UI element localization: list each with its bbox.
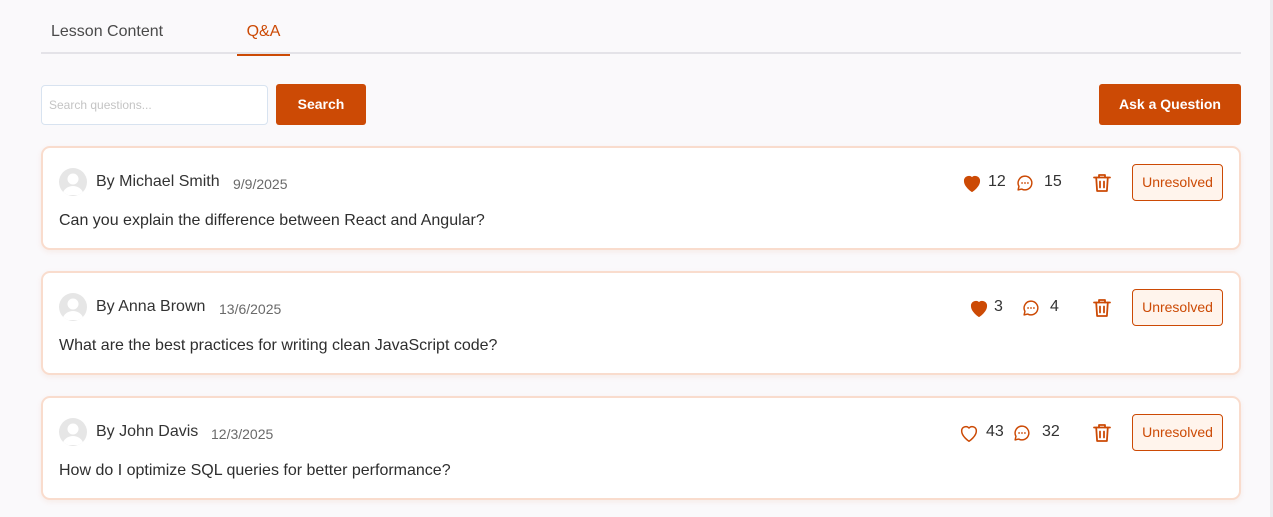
heart-filled-icon[interactable] [968,297,990,319]
comment-count: 15 [1044,173,1062,190]
status-badge[interactable]: Unresolved [1132,289,1223,326]
search-button[interactable]: Search [276,84,366,125]
comment-count: 32 [1042,423,1060,440]
heart-filled-icon[interactable] [961,172,983,194]
question-text: What are the best practices for writing … [59,337,498,354]
question-author: By John Davis [96,423,199,440]
question-date: 13/6/2025 [219,301,282,317]
trash-icon[interactable] [1090,171,1114,195]
like-count: 43 [986,423,1004,440]
question-author: By Michael Smith [96,173,220,190]
tab-bar: Lesson Content Q&A [41,12,1241,56]
question-date: 9/9/2025 [233,176,288,192]
question-date: 12/3/2025 [211,426,274,442]
avatar [59,168,87,196]
like-count: 3 [994,298,1003,315]
comment-count: 4 [1050,298,1059,315]
like-count: 12 [988,173,1006,190]
comment-icon[interactable] [1011,422,1033,444]
question-card[interactable]: By Michael Smith 9/9/2025 Can you explai… [41,146,1241,250]
avatar [59,418,87,446]
heart-outline-icon[interactable] [958,422,980,444]
comment-icon[interactable] [1020,297,1042,319]
search-input[interactable] [41,85,268,125]
question-card[interactable]: By Anna Brown 13/6/2025 What are the bes… [41,271,1241,375]
question-text: Can you explain the difference between R… [59,212,485,229]
tab-lesson-content[interactable]: Lesson Content [51,12,163,54]
status-badge[interactable]: Unresolved [1132,414,1223,451]
question-author: By Anna Brown [96,298,206,315]
tab-qa[interactable]: Q&A [237,12,290,56]
ask-question-button[interactable]: Ask a Question [1099,84,1241,125]
question-card[interactable]: By John Davis 12/3/2025 How do I optimiz… [41,396,1241,500]
trash-icon[interactable] [1090,296,1114,320]
question-text: How do I optimize SQL queries for better… [59,462,451,479]
comment-icon[interactable] [1014,172,1036,194]
avatar [59,293,87,321]
trash-icon[interactable] [1090,421,1114,445]
status-badge[interactable]: Unresolved [1132,164,1223,201]
